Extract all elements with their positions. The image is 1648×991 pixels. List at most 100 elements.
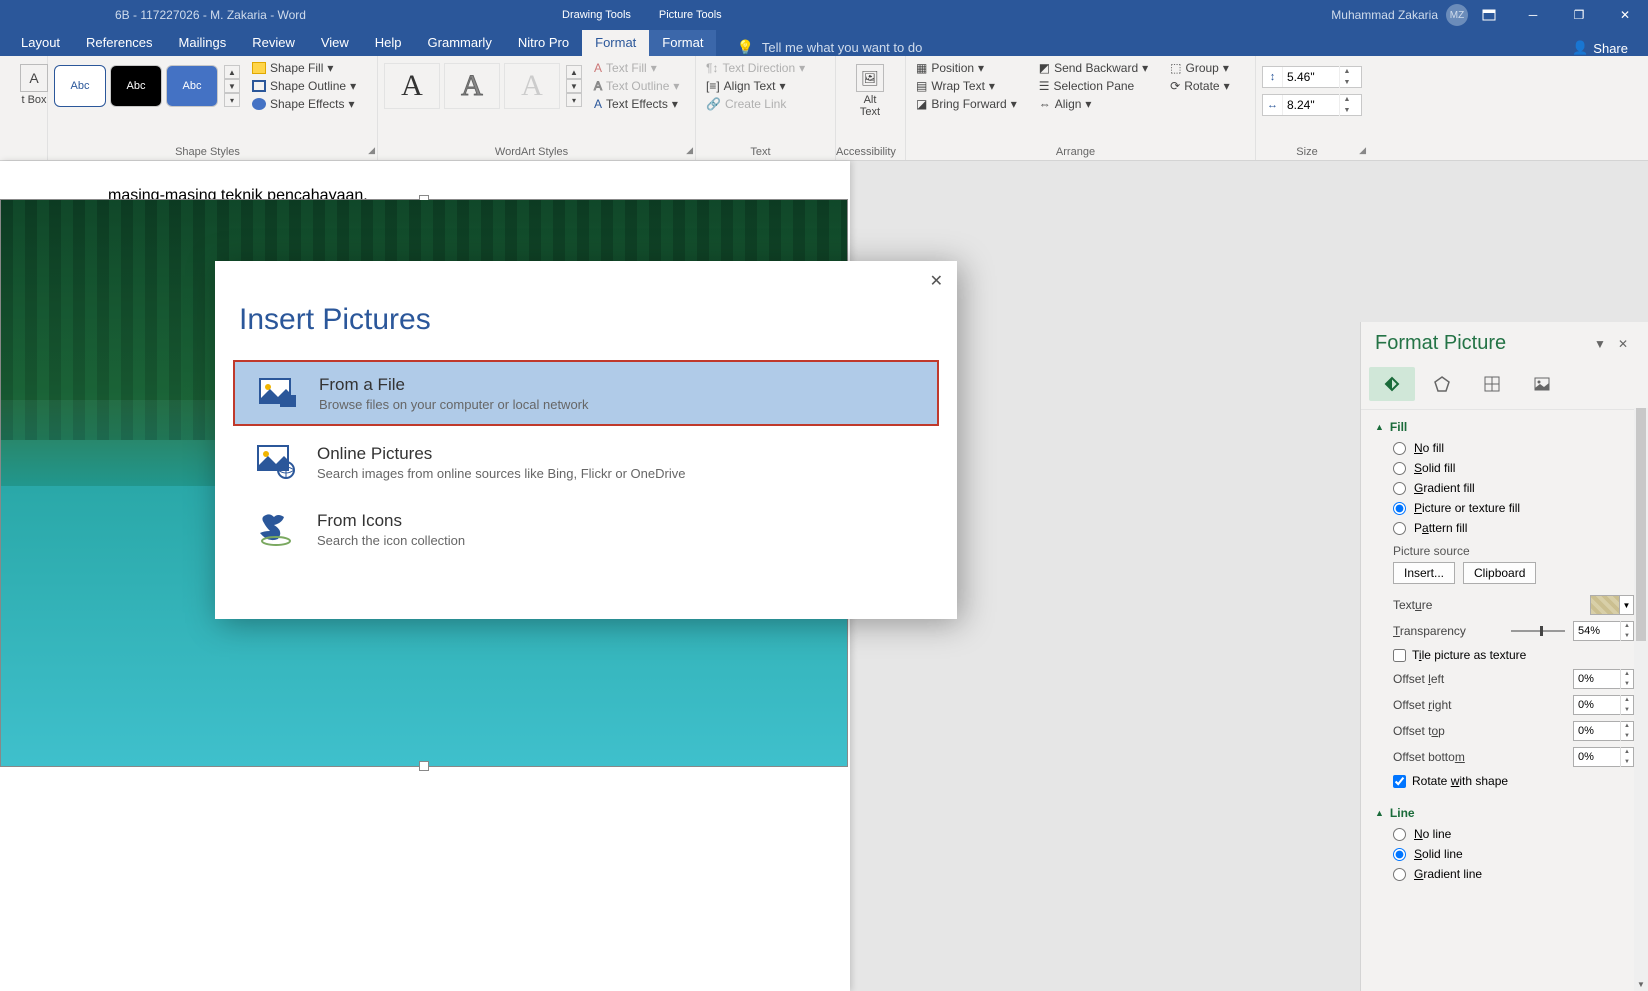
gallery-more-icon[interactable]: ▾: [566, 93, 582, 107]
text-outline-button[interactable]: A Text Outline ▾: [590, 78, 683, 94]
pane-close-button[interactable]: ✕: [1612, 337, 1634, 351]
wordart-launcher[interactable]: ◢: [686, 145, 693, 156]
gallery-down-icon[interactable]: ▼: [224, 79, 240, 93]
transparency-slider[interactable]: [1511, 630, 1565, 632]
online-pictures-option[interactable]: Online Pictures Search images from onlin…: [233, 431, 939, 493]
pattern-fill-radio[interactable]: Pattern fill: [1375, 518, 1634, 538]
gradient-fill-radio[interactable]: Gradient fill: [1375, 478, 1634, 498]
height-input[interactable]: ↕ ▲▼: [1262, 66, 1362, 88]
offset-bottom-field[interactable]: [1574, 751, 1620, 763]
height-field[interactable]: [1283, 70, 1339, 84]
spin-up-icon[interactable]: ▲: [1340, 66, 1354, 77]
dropdown-icon[interactable]: ▼: [1620, 595, 1634, 615]
tab-view[interactable]: View: [308, 30, 362, 56]
pane-body[interactable]: ▲Fill No fill Solid fill Gradient fill P…: [1361, 408, 1634, 991]
position-button[interactable]: ▦ Position ▾: [912, 60, 1021, 76]
gallery-up-icon[interactable]: ▲: [566, 65, 582, 79]
spin-down-icon[interactable]: ▼: [1340, 105, 1354, 116]
tab-format-picture[interactable]: Format: [649, 30, 716, 56]
tab-layout[interactable]: Layout: [8, 30, 73, 56]
wordart-gallery-scroll[interactable]: ▲ ▼ ▾: [566, 65, 582, 107]
minimize-button[interactable]: ─: [1510, 0, 1556, 30]
shape-style-2[interactable]: Abc: [110, 65, 162, 107]
picture-tab[interactable]: [1519, 367, 1565, 401]
clipboard-button[interactable]: Clipboard: [1463, 562, 1536, 584]
wordart-style-3[interactable]: A: [504, 63, 560, 109]
pane-scrollbar[interactable]: ▲ ▼: [1634, 408, 1648, 991]
scroll-down-icon[interactable]: ▼: [1634, 977, 1648, 991]
user-account[interactable]: Muhammad Zakaria MZ: [1331, 4, 1468, 26]
tab-format-drawing[interactable]: Format: [582, 30, 649, 56]
from-file-option[interactable]: From a File Browse files on your compute…: [233, 360, 939, 426]
width-field[interactable]: [1283, 98, 1339, 112]
align-button[interactable]: ⇔ Align ▾: [1035, 96, 1152, 112]
layout-properties-tab[interactable]: [1469, 367, 1515, 401]
gradient-line-radio[interactable]: Gradient line: [1375, 864, 1634, 884]
scroll-thumb[interactable]: [1636, 408, 1646, 641]
group-button[interactable]: ⬚ Group ▾: [1166, 60, 1233, 76]
offset-left-field[interactable]: [1574, 673, 1620, 685]
wordart-gallery[interactable]: A A A ▲ ▼ ▾: [384, 63, 582, 109]
width-input[interactable]: ↔ ▲▼: [1262, 94, 1362, 116]
offset-top-input[interactable]: ▲▼: [1573, 721, 1634, 741]
fill-section-header[interactable]: ▲Fill: [1375, 416, 1634, 438]
spin-up-icon[interactable]: ▲: [1621, 721, 1633, 731]
tab-nitro-pro[interactable]: Nitro Pro: [505, 30, 582, 56]
tab-mailings[interactable]: Mailings: [166, 30, 240, 56]
shape-style-3[interactable]: Abc: [166, 65, 218, 107]
gallery-down-icon[interactable]: ▼: [566, 79, 582, 93]
spin-up-icon[interactable]: ▲: [1621, 669, 1633, 679]
selection-pane-button[interactable]: ☰ Selection Pane: [1035, 78, 1152, 94]
wordart-style-1[interactable]: A: [384, 63, 440, 109]
tab-references[interactable]: References: [73, 30, 165, 56]
offset-bottom-input[interactable]: ▲▼: [1573, 747, 1634, 767]
spin-down-icon[interactable]: ▼: [1621, 731, 1633, 741]
rotate-button[interactable]: ⟳ Rotate ▾: [1166, 78, 1233, 94]
text-effects-button[interactable]: A Text Effects ▾: [590, 96, 683, 112]
shape-effects-button[interactable]: Shape Effects ▾: [248, 96, 360, 112]
share-button[interactable]: 👤 Share: [1572, 40, 1628, 56]
transparency-input[interactable]: ▲▼: [1573, 621, 1634, 641]
spin-down-icon[interactable]: ▼: [1340, 77, 1354, 88]
wrap-text-button[interactable]: ▤ Wrap Text ▾: [912, 78, 1021, 94]
texture-picker[interactable]: ▼: [1590, 595, 1634, 615]
shape-style-gallery[interactable]: Abc Abc Abc ▲ ▼ ▾: [54, 65, 240, 107]
spin-down-icon[interactable]: ▼: [1621, 757, 1633, 767]
solid-fill-radio[interactable]: Solid fill: [1375, 458, 1634, 478]
wordart-style-2[interactable]: A: [444, 63, 500, 109]
offset-left-input[interactable]: ▲▼: [1573, 669, 1634, 689]
create-link-button[interactable]: 🔗 Create Link: [702, 96, 829, 112]
tab-help[interactable]: Help: [362, 30, 415, 56]
offset-top-field[interactable]: [1574, 725, 1620, 737]
insert-picture-button[interactable]: Insert...: [1393, 562, 1455, 584]
spin-up-icon[interactable]: ▲: [1621, 747, 1633, 757]
shape-style-1[interactable]: Abc: [54, 65, 106, 107]
spin-up-icon[interactable]: ▲: [1621, 621, 1633, 631]
rotate-with-shape-checkbox[interactable]: Rotate with shape: [1393, 770, 1634, 792]
tab-review[interactable]: Review: [239, 30, 308, 56]
transparency-field[interactable]: [1574, 625, 1620, 637]
shape-styles-launcher[interactable]: ◢: [368, 145, 375, 156]
text-direction-button[interactable]: ¶↕ Text Direction ▾: [702, 60, 829, 76]
picture-tools-tab[interactable]: Picture Tools: [645, 0, 736, 30]
gallery-more-icon[interactable]: ▾: [224, 93, 240, 107]
align-text-button[interactable]: [≡] Align Text ▾: [702, 78, 829, 94]
tell-me-search[interactable]: 💡 Tell me what you want to do: [736, 39, 922, 56]
alt-text-button[interactable]: 🖼 Alt Text: [842, 60, 898, 118]
effects-tab[interactable]: [1419, 367, 1465, 401]
size-launcher[interactable]: ◢: [1359, 145, 1366, 156]
no-line-radio[interactable]: No line: [1375, 824, 1634, 844]
shape-fill-button[interactable]: Shape Fill ▾: [248, 60, 360, 76]
picture-fill-radio[interactable]: Picture or texture fill: [1375, 498, 1634, 518]
drawing-tools-tab[interactable]: Drawing Tools: [548, 0, 645, 30]
bring-forward-button[interactable]: ◪ Bring Forward ▾: [912, 96, 1021, 112]
gallery-up-icon[interactable]: ▲: [224, 65, 240, 79]
shape-outline-button[interactable]: Shape Outline ▾: [248, 78, 360, 94]
from-icons-option[interactable]: From Icons Search the icon collection: [233, 498, 939, 560]
maximize-button[interactable]: ❐: [1556, 0, 1602, 30]
fill-line-tab[interactable]: [1369, 367, 1415, 401]
spin-down-icon[interactable]: ▼: [1621, 631, 1633, 641]
tile-checkbox[interactable]: Tile picture as texture: [1393, 644, 1634, 666]
dialog-close-button[interactable]: ✕: [930, 271, 943, 291]
offset-right-field[interactable]: [1574, 699, 1620, 711]
